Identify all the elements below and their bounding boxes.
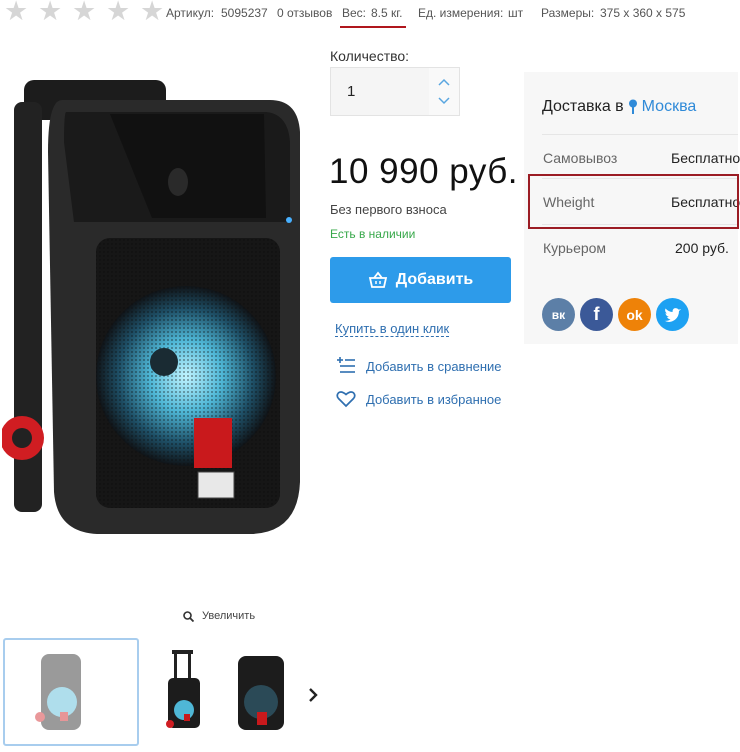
heart-icon — [336, 391, 356, 408]
zoom-label: Увеличить — [202, 610, 256, 622]
delivery-cost: Бесплатно — [671, 150, 740, 166]
delivery-row-courier: Курьером 200 руб. — [542, 224, 738, 268]
odnoklassniki-share-button[interactable]: ok — [618, 298, 651, 331]
basket-icon — [368, 271, 387, 288]
article-value: 5095237 — [221, 6, 268, 20]
vk-share-button[interactable]: вк — [542, 298, 575, 331]
quantity-label: Количество: — [330, 48, 410, 64]
product-price: 10 990 руб. — [329, 152, 519, 191]
odnoklassniki-icon: ok — [626, 306, 643, 323]
add-to-compare-link[interactable]: Добавить в сравнение — [336, 357, 502, 375]
add-to-cart-button[interactable]: Добавить — [330, 257, 511, 303]
compare-label: Добавить в сравнение — [366, 358, 502, 374]
add-to-cart-label: Добавить — [395, 271, 474, 288]
no-down-payment-text: Без первого взноса — [330, 202, 447, 217]
product-image[interactable] — [0, 62, 314, 542]
add-to-favorites-link[interactable]: Добавить в избранное — [336, 390, 501, 408]
star-icon[interactable]: ★ — [38, 0, 64, 26]
stock-status: Есть в наличии — [330, 227, 416, 241]
zoom-link[interactable]: Увеличить — [183, 610, 255, 622]
reviews-link[interactable]: 0 отзывов — [277, 6, 332, 20]
facebook-icon: f — [593, 304, 600, 324]
quantity-stepper[interactable]: 1 — [330, 67, 460, 116]
weight-value: 8.5 кг. — [371, 6, 403, 20]
social-share: вк f ok — [542, 298, 689, 331]
magnifier-icon — [183, 610, 194, 622]
sizes-label: Размеры: — [541, 6, 595, 20]
twitter-share-button[interactable] — [656, 298, 689, 331]
vk-icon: вк — [551, 307, 566, 322]
compare-list-icon — [337, 357, 355, 373]
star-icon[interactable]: ★ — [106, 0, 132, 26]
delivery-title-label: Доставка в — [542, 98, 624, 115]
star-icon[interactable]: ★ — [72, 0, 98, 26]
thumbnail-2[interactable] — [160, 638, 210, 746]
rating-stars[interactable]: ★ ★ ★ ★ ★ — [4, 0, 166, 26]
unit-label: Ед. измерения: — [418, 6, 504, 20]
quantity-input[interactable]: 1 — [347, 83, 355, 100]
delivery-cost: 200 руб. — [675, 240, 729, 256]
delivery-city-link[interactable]: Москва — [642, 98, 697, 116]
delivery-row-pickup: Самовывоз Бесплатно — [542, 134, 740, 178]
sizes-value: 375 x 360 x 575 — [600, 6, 686, 20]
highlighted-row-outline — [528, 174, 739, 229]
unit-value: шт — [508, 6, 524, 20]
buy-one-click-link[interactable]: Купить в один клик — [335, 321, 450, 337]
delivery-method: Курьером — [543, 240, 607, 256]
location-pin-icon — [628, 99, 637, 114]
delivery-title: Доставка в Москва — [542, 98, 696, 116]
weight-underline — [340, 26, 406, 28]
chevron-right-icon[interactable] — [306, 686, 320, 704]
delivery-method: Самовывоз — [543, 150, 618, 166]
twitter-bird-icon — [664, 308, 681, 322]
thumbnail-3[interactable] — [233, 638, 289, 746]
thumbnail-1[interactable] — [3, 638, 139, 746]
weight-label: Вес: — [342, 6, 367, 20]
article-label: Артикул: — [166, 6, 215, 20]
chevron-down-icon[interactable] — [437, 93, 451, 107]
chevron-up-icon[interactable] — [437, 76, 451, 90]
favorites-label: Добавить в избранное — [366, 391, 502, 407]
facebook-share-button[interactable]: f — [580, 298, 613, 331]
star-icon[interactable]: ★ — [140, 0, 166, 26]
star-icon[interactable]: ★ — [4, 0, 30, 26]
